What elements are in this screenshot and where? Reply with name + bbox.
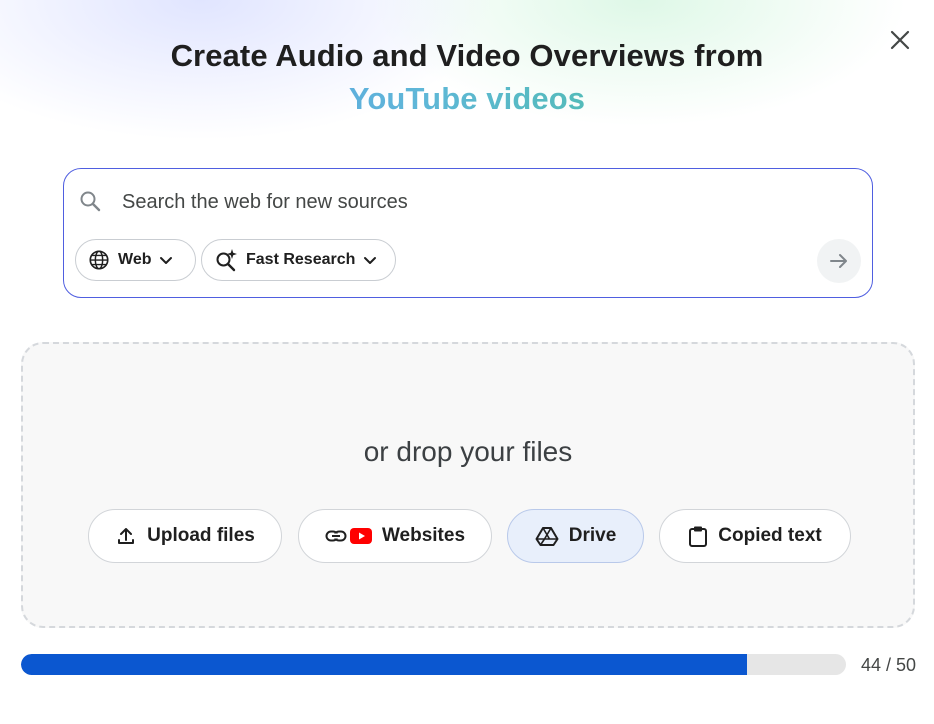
upload-files-label: Upload files	[147, 525, 255, 546]
arrow-right-icon	[830, 254, 847, 268]
globe-icon	[89, 250, 109, 270]
drive-button[interactable]: Drive	[507, 509, 644, 563]
drive-icon	[535, 527, 559, 546]
source-limit-progress-fill	[21, 654, 747, 675]
search-input[interactable]	[122, 187, 822, 217]
title-line-2: YouTube videos	[0, 77, 934, 120]
search-icon	[80, 191, 101, 212]
title-line-1: Create Audio and Video Overviews from	[170, 38, 764, 73]
file-drop-zone[interactable]: or drop your files Upload files Websites	[21, 342, 915, 628]
web-search-box: Web Fast Research	[63, 168, 873, 298]
sparkle-search-icon	[216, 249, 237, 272]
youtube-icon	[349, 528, 372, 544]
drive-label: Drive	[568, 525, 617, 546]
source-limit-progress-bar	[21, 654, 846, 675]
research-mode-dropdown[interactable]: Fast Research	[201, 239, 396, 281]
research-mode-label: Fast Research	[246, 251, 356, 268]
copied-text-button[interactable]: Copied text	[659, 509, 851, 563]
chevron-down-icon	[160, 257, 173, 264]
submit-search-button[interactable]	[817, 239, 861, 283]
link-icon	[325, 528, 372, 544]
drop-zone-text: or drop your files	[363, 436, 573, 467]
source-limit-count: 44 / 50	[860, 655, 916, 675]
source-type-label: Web	[118, 251, 152, 268]
copied-text-label: Copied text	[718, 525, 822, 546]
clipboard-icon	[689, 526, 708, 547]
websites-button[interactable]: Websites	[298, 509, 492, 563]
upload-icon	[118, 528, 135, 544]
chevron-down-icon	[364, 257, 377, 264]
upload-files-button[interactable]: Upload files	[88, 509, 282, 563]
websites-label: Websites	[381, 525, 466, 546]
dialog-title: Create Audio and Video Overviews from Yo…	[0, 34, 934, 120]
source-type-dropdown[interactable]: Web	[75, 239, 196, 281]
